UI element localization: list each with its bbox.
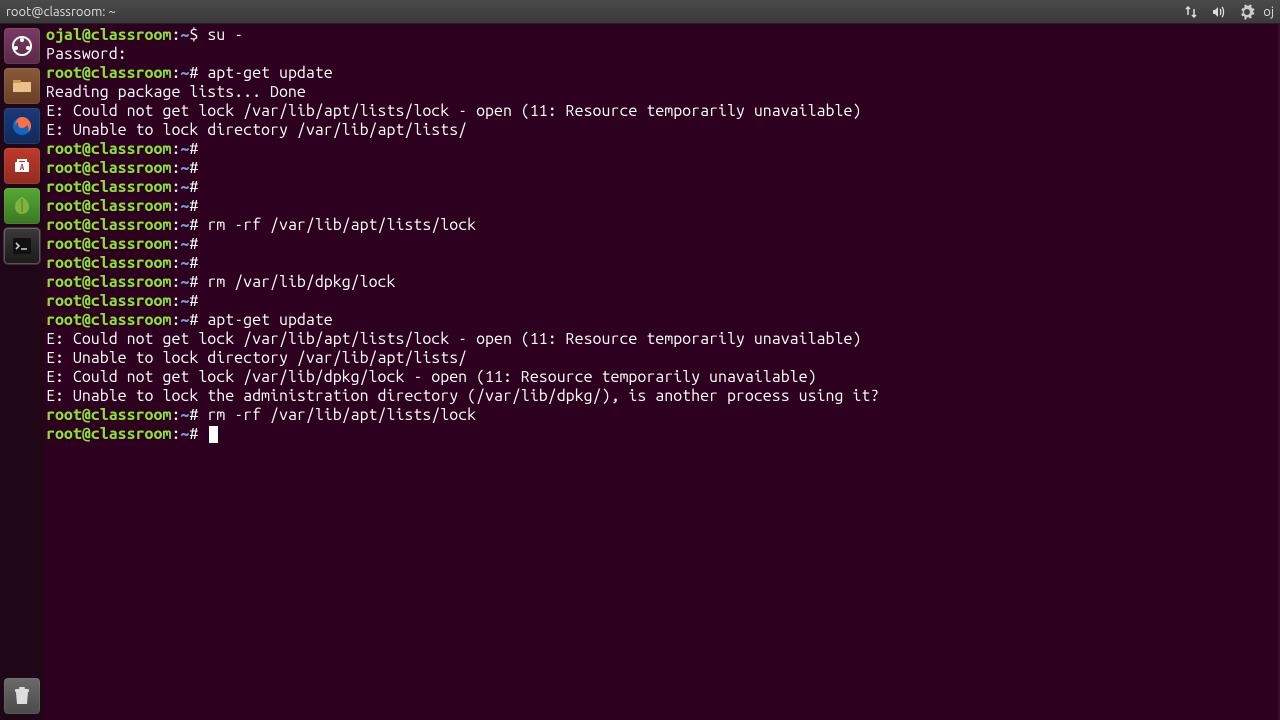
- prompt-user: root@classroom: [46, 254, 171, 272]
- terminal-prompt-line: root@classroom:~#: [46, 159, 1276, 178]
- prompt-user: root@classroom: [46, 64, 171, 82]
- volume-indicator-icon[interactable]: [1205, 0, 1233, 24]
- terminal-prompt-line: root@classroom:~# rm -rf /var/lib/apt/li…: [46, 216, 1276, 235]
- network-indicator-icon[interactable]: [1177, 0, 1205, 24]
- terminal-prompt-line: root@classroom:~#: [46, 292, 1276, 311]
- prompt-command: apt-get update: [207, 64, 332, 82]
- terminal-prompt-line: root@classroom:~# apt-get update: [46, 311, 1276, 330]
- terminal-prompt-line: root@classroom:~#: [46, 197, 1276, 216]
- prompt-user: root@classroom: [46, 159, 171, 177]
- prompt-symbol: #: [189, 292, 207, 310]
- session-user-label[interactable]: oj: [1261, 5, 1274, 19]
- terminal-prompt-line: root@classroom:~#: [46, 235, 1276, 254]
- prompt-command: rm -rf /var/lib/apt/lists/lock: [207, 216, 476, 234]
- launcher-trash-icon[interactable]: [4, 678, 40, 714]
- terminal-output-line: Reading package lists... Done: [46, 83, 1276, 102]
- prompt-user: root@classroom: [46, 178, 171, 196]
- prompt-symbol: #: [189, 216, 207, 234]
- prompt-user: root@classroom: [46, 425, 171, 443]
- launcher-files-icon[interactable]: [4, 68, 40, 104]
- launcher-software-icon[interactable]: A: [4, 148, 40, 184]
- svg-text:A: A: [20, 163, 25, 172]
- prompt-symbol: #: [189, 406, 207, 424]
- prompt-user: root@classroom: [46, 311, 171, 329]
- terminal-prompt-line: root@classroom:~# rm -rf /var/lib/apt/li…: [46, 406, 1276, 425]
- system-gear-icon[interactable]: [1233, 0, 1261, 24]
- terminal-prompt-line: root@classroom:~# rm /var/lib/dpkg/lock: [46, 273, 1276, 292]
- prompt-command: apt-get update: [207, 311, 332, 329]
- terminal-output-line: E: Could not get lock /var/lib/dpkg/lock…: [46, 368, 1276, 387]
- prompt-user: root@classroom: [46, 292, 171, 310]
- prompt-symbol: #: [189, 254, 207, 272]
- prompt-command: su -: [207, 26, 243, 44]
- launcher-terminal-icon[interactable]: [4, 228, 40, 264]
- terminal-prompt-line: root@classroom:~#: [46, 254, 1276, 273]
- prompt-symbol: $: [189, 26, 207, 44]
- launcher-firefox-icon[interactable]: [4, 108, 40, 144]
- window-title: root@classroom: ~: [6, 5, 116, 19]
- terminal-prompt-line: root@classroom:~#: [46, 140, 1276, 159]
- top-panel: root@classroom: ~ oj: [0, 0, 1280, 24]
- terminal-prompt-line: root@classroom:~#: [46, 425, 1276, 444]
- launcher-midori-icon[interactable]: [4, 188, 40, 224]
- prompt-user: root@classroom: [46, 406, 171, 424]
- terminal-prompt-line: root@classroom:~#: [46, 178, 1276, 197]
- prompt-user: root@classroom: [46, 197, 171, 215]
- terminal-prompt-line: ojal@classroom:~$ su -: [46, 26, 1276, 45]
- prompt-symbol: #: [189, 159, 207, 177]
- terminal-output-line: E: Unable to lock directory /var/lib/apt…: [46, 121, 1276, 140]
- prompt-symbol: #: [189, 273, 207, 291]
- terminal-output-line: E: Could not get lock /var/lib/apt/lists…: [46, 102, 1276, 121]
- prompt-command: rm -rf /var/lib/apt/lists/lock: [207, 406, 476, 424]
- prompt-symbol: #: [189, 64, 207, 82]
- prompt-command: rm /var/lib/dpkg/lock: [207, 273, 395, 291]
- prompt-symbol: #: [189, 178, 207, 196]
- prompt-user: root@classroom: [46, 216, 171, 234]
- terminal-output-line: Password:: [46, 45, 1276, 64]
- terminal-cursor: [209, 426, 218, 443]
- launcher-dash-icon[interactable]: [4, 28, 40, 64]
- unity-launcher: A: [0, 24, 44, 720]
- prompt-user: root@classroom: [46, 273, 171, 291]
- terminal-output-line: E: Unable to lock the administration dir…: [46, 387, 1276, 406]
- terminal-prompt-line: root@classroom:~# apt-get update: [46, 64, 1276, 83]
- prompt-user: root@classroom: [46, 235, 171, 253]
- terminal-pane[interactable]: ojal@classroom:~$ su -Password:root@clas…: [44, 24, 1278, 718]
- terminal-output-line: E: Unable to lock directory /var/lib/apt…: [46, 349, 1276, 368]
- terminal-output-line: E: Could not get lock /var/lib/apt/lists…: [46, 330, 1276, 349]
- prompt-symbol: #: [189, 425, 207, 443]
- prompt-symbol: #: [189, 197, 207, 215]
- prompt-user: ojal@classroom: [46, 26, 171, 44]
- prompt-symbol: #: [189, 311, 207, 329]
- prompt-symbol: #: [189, 140, 207, 158]
- prompt-symbol: #: [189, 235, 207, 253]
- prompt-user: root@classroom: [46, 140, 171, 158]
